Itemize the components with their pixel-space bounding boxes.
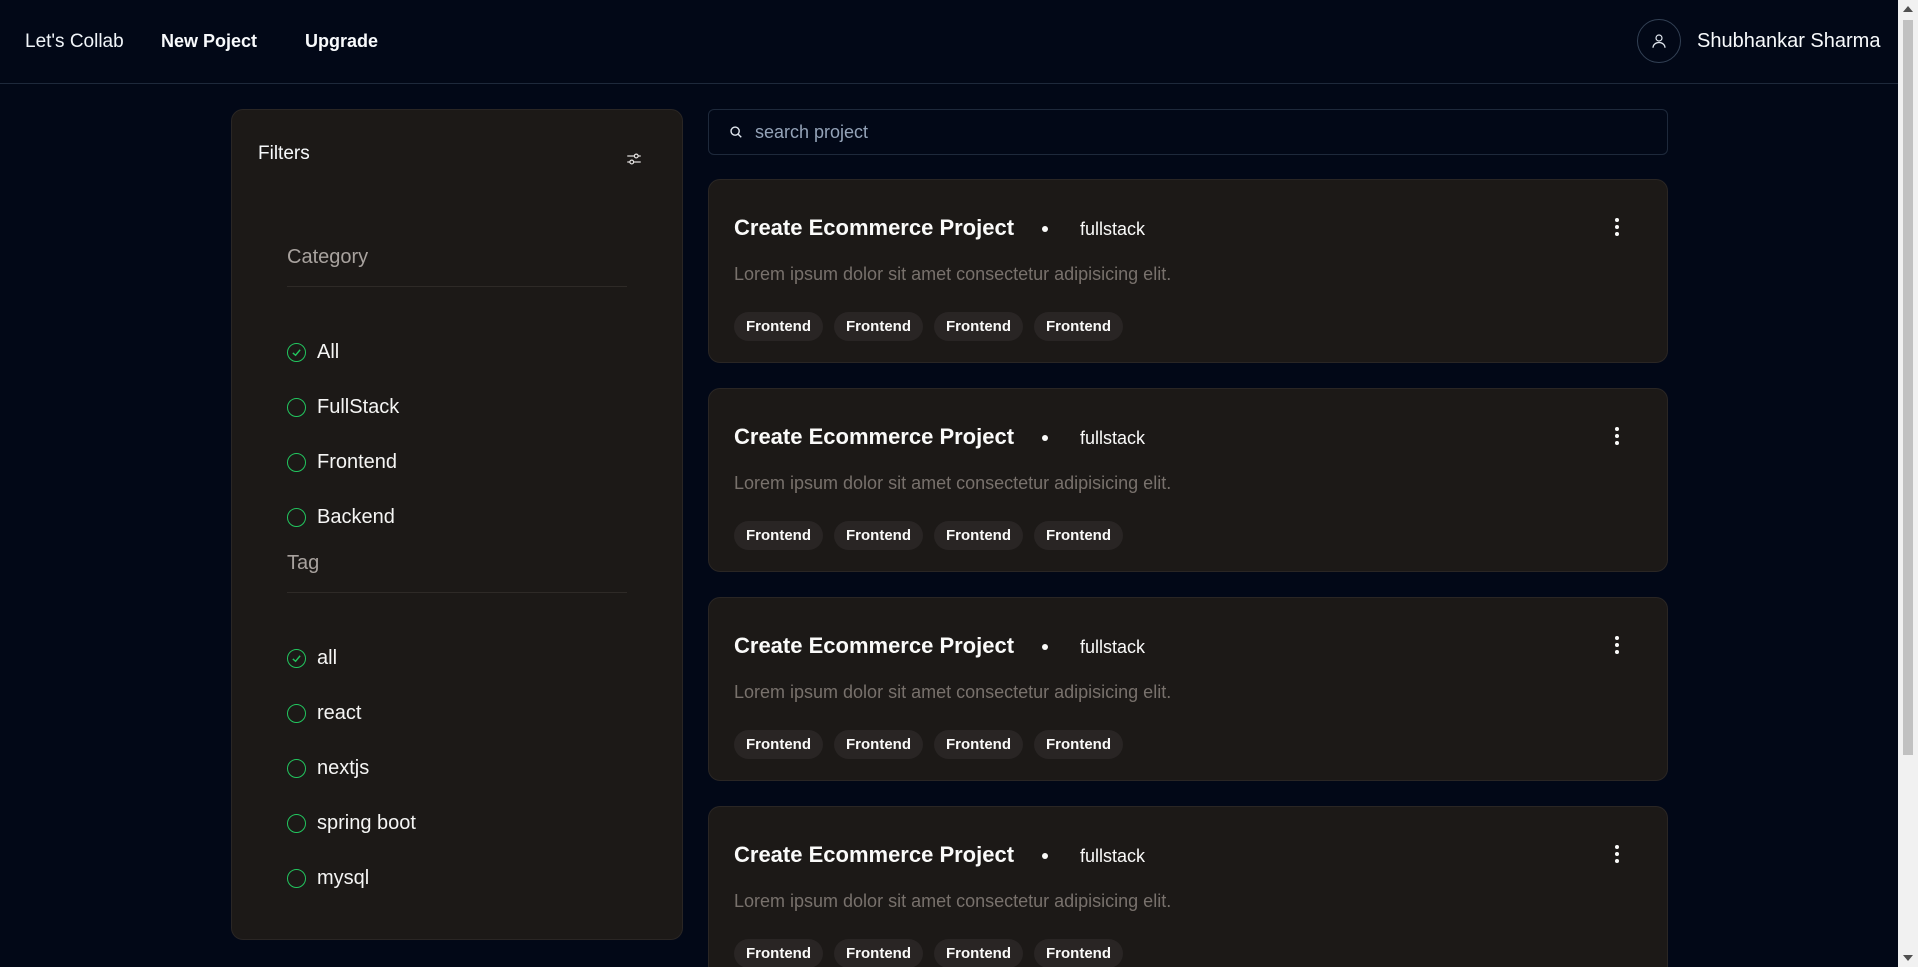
- project-category: fullstack: [1080, 428, 1146, 448]
- check-circle-icon: [287, 343, 306, 362]
- tag-badge[interactable]: Frontend: [734, 521, 823, 550]
- tag-badge[interactable]: Frontend: [934, 939, 1023, 967]
- tag-badge[interactable]: Frontend: [1034, 730, 1123, 759]
- project-tags: Frontend Frontend Frontend Frontend: [734, 730, 1123, 759]
- circle-icon: [287, 759, 306, 778]
- option-label: FullStack: [317, 396, 400, 418]
- project-description: Lorem ipsum dolor sit amet consectetur a…: [734, 473, 1172, 493]
- user-name[interactable]: Shubhankar Sharma: [1697, 30, 1880, 53]
- circle-icon: [287, 869, 306, 888]
- category-title: Category: [287, 246, 369, 268]
- tag-divider: [287, 592, 627, 593]
- tag-option-spring-boot[interactable]: spring boot: [287, 812, 416, 835]
- scroll-up-arrow-icon[interactable]: [1903, 6, 1913, 12]
- project-category: fullstack: [1080, 846, 1146, 866]
- tag-badge[interactable]: Frontend: [834, 939, 923, 967]
- project-card[interactable]: Create Ecommerce Project fullstack Lorem…: [708, 806, 1668, 967]
- circle-icon: [287, 398, 306, 417]
- tag-badge[interactable]: Frontend: [934, 312, 1023, 341]
- project-card[interactable]: Create Ecommerce Project fullstack Lorem…: [708, 388, 1668, 572]
- brand-logo-text[interactable]: Let's Collab: [25, 31, 124, 53]
- option-label: Frontend: [317, 451, 398, 473]
- search-input[interactable]: [755, 121, 1635, 143]
- project-tags: Frontend Frontend Frontend Frontend: [734, 312, 1123, 341]
- filters-title: Filters: [258, 143, 310, 164]
- tag-badge[interactable]: Frontend: [1034, 312, 1123, 341]
- project-card[interactable]: Create Ecommerce Project fullstack Lorem…: [708, 597, 1668, 781]
- option-label: spring boot: [317, 812, 416, 834]
- option-label: all: [317, 647, 338, 669]
- tag-option-react[interactable]: react: [287, 702, 361, 725]
- tag-badge[interactable]: Frontend: [734, 730, 823, 759]
- category-divider: [287, 286, 627, 287]
- category-option-frontend[interactable]: Frontend: [287, 451, 397, 474]
- tag-option-mysql[interactable]: mysql: [287, 867, 369, 890]
- tag-badge[interactable]: Frontend: [834, 521, 923, 550]
- sliders-icon[interactable]: [625, 150, 643, 173]
- option-label: Backend: [317, 506, 395, 528]
- tag-badge[interactable]: Frontend: [1034, 939, 1123, 967]
- tag-badge[interactable]: Frontend: [834, 730, 923, 759]
- category-option-backend[interactable]: Backend: [287, 506, 395, 529]
- avatar[interactable]: [1637, 19, 1681, 63]
- project-title[interactable]: Create Ecommerce Project: [734, 424, 1014, 450]
- tag-badge[interactable]: Frontend: [934, 521, 1023, 550]
- project-description: Lorem ipsum dolor sit amet consectetur a…: [734, 682, 1172, 702]
- more-vertical-icon[interactable]: [1615, 427, 1619, 445]
- scrollbar-thumb[interactable]: [1903, 20, 1913, 755]
- circle-icon: [287, 704, 306, 723]
- top-navbar: Let's Collab New Poject Upgrade Shubhank…: [0, 0, 1898, 84]
- option-label: mysql: [317, 867, 370, 889]
- tag-option-nextjs[interactable]: nextjs: [287, 757, 369, 780]
- project-description: Lorem ipsum dolor sit amet consectetur a…: [734, 264, 1172, 284]
- tag-badge[interactable]: Frontend: [1034, 521, 1123, 550]
- project-description: Lorem ipsum dolor sit amet consectetur a…: [734, 891, 1172, 911]
- project-tags: Frontend Frontend Frontend Frontend: [734, 939, 1123, 967]
- project-title[interactable]: Create Ecommerce Project: [734, 215, 1014, 241]
- tag-options-list-more: spring boot mysql: [232, 790, 682, 895]
- tag-title: Tag: [287, 552, 320, 574]
- search-icon: [729, 125, 743, 139]
- project-category: fullstack: [1080, 637, 1146, 657]
- search-bar[interactable]: [708, 109, 1668, 155]
- user-icon: [1652, 34, 1666, 48]
- more-vertical-icon[interactable]: [1615, 845, 1619, 863]
- tag-options-list[interactable]: all react nextjs: [232, 610, 682, 790]
- category-option-fullstack[interactable]: FullStack: [287, 396, 399, 419]
- option-label: All: [317, 341, 340, 363]
- separator-dot: [1042, 226, 1048, 232]
- circle-icon: [287, 814, 306, 833]
- more-vertical-icon[interactable]: [1615, 636, 1619, 654]
- project-title[interactable]: Create Ecommerce Project: [734, 842, 1014, 868]
- project-category: fullstack: [1080, 219, 1146, 239]
- separator-dot: [1042, 644, 1048, 650]
- tag-badge[interactable]: Frontend: [734, 939, 823, 967]
- scroll-down-arrow-icon[interactable]: [1903, 955, 1913, 961]
- filters-panel: Filters Category All FullStack Frontend …: [231, 109, 683, 940]
- category-option-all[interactable]: All: [287, 341, 339, 364]
- circle-icon: [287, 453, 306, 472]
- project-card[interactable]: Create Ecommerce Project fullstack Lorem…: [708, 179, 1668, 363]
- circle-icon: [287, 508, 306, 527]
- more-vertical-icon[interactable]: [1615, 218, 1619, 236]
- separator-dot: [1042, 853, 1048, 859]
- tag-badge[interactable]: Frontend: [834, 312, 923, 341]
- tag-badge[interactable]: Frontend: [734, 312, 823, 341]
- tag-badge[interactable]: Frontend: [934, 730, 1023, 759]
- option-label: react: [317, 702, 362, 724]
- upgrade-link[interactable]: Upgrade: [305, 31, 378, 52]
- option-label: nextjs: [317, 757, 370, 779]
- tag-option-all[interactable]: all: [287, 647, 337, 670]
- project-tags: Frontend Frontend Frontend Frontend: [734, 521, 1123, 550]
- project-title[interactable]: Create Ecommerce Project: [734, 633, 1014, 659]
- separator-dot: [1042, 435, 1048, 441]
- check-circle-icon: [287, 649, 306, 668]
- page-scrollbar[interactable]: [1898, 0, 1918, 967]
- new-project-link[interactable]: New Poject: [161, 31, 257, 52]
